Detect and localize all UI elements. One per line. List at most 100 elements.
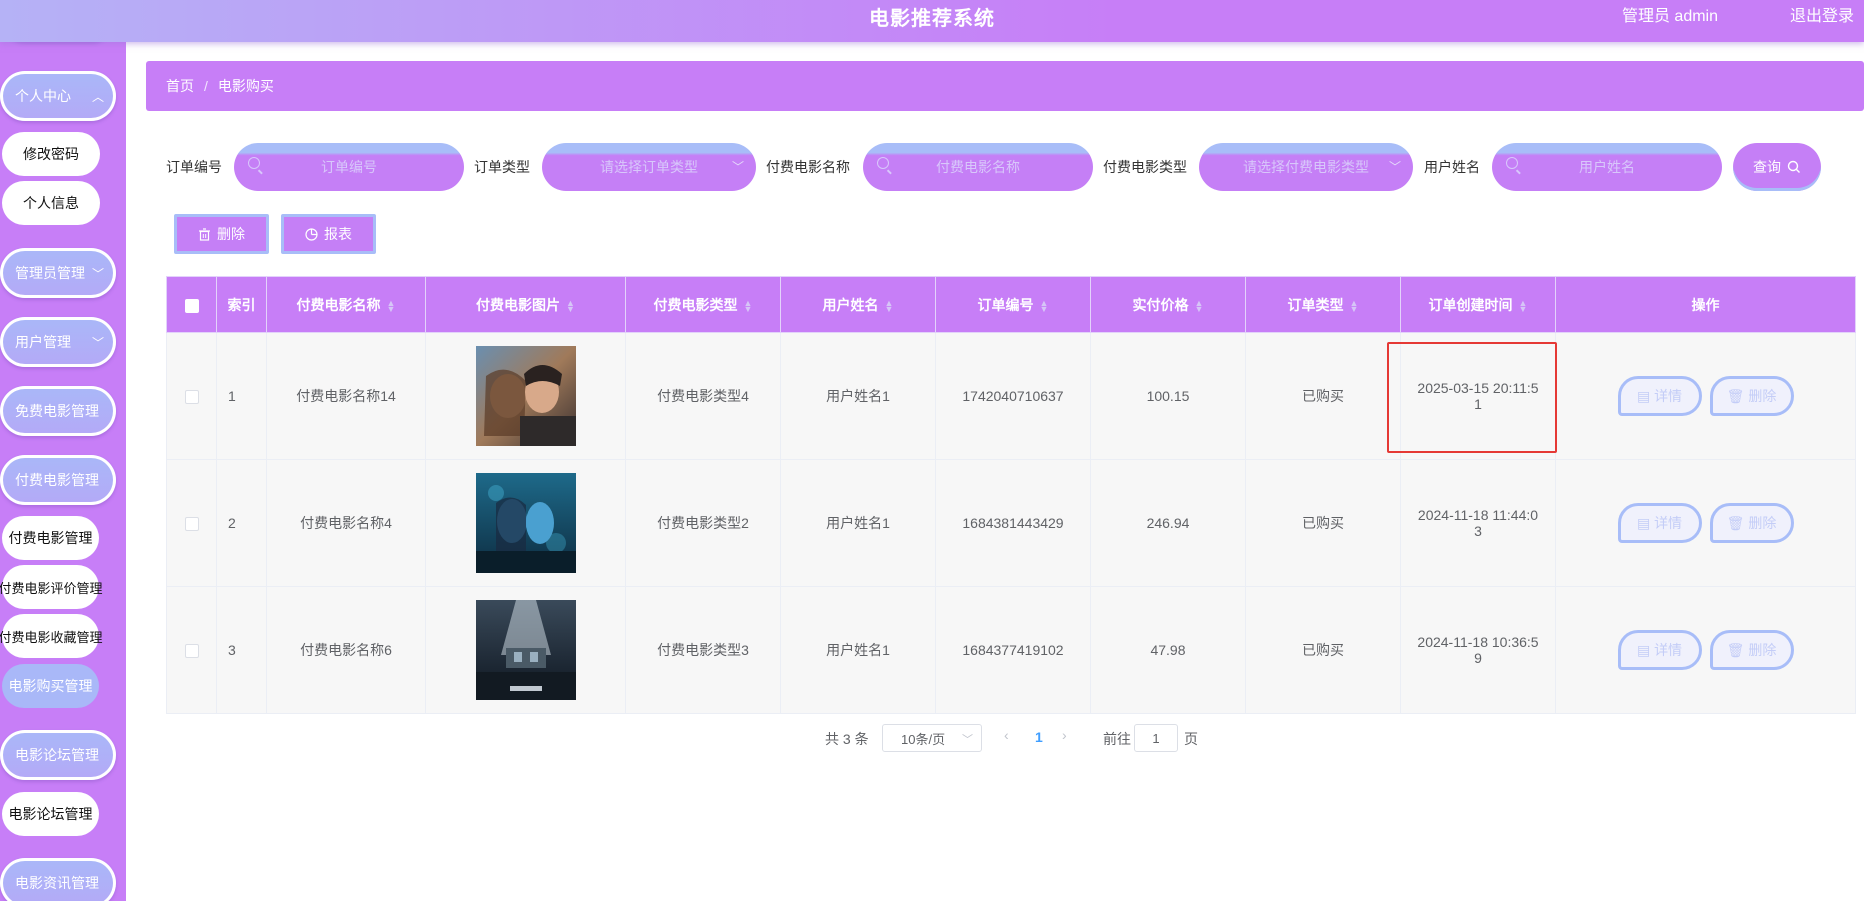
header-user[interactable]: 用户姓名 ▲ ▼ (780, 276, 936, 333)
detail-button[interactable]: ▤ 详情 (1617, 503, 1702, 543)
current-user: 管理员 admin (1621, 8, 1718, 25)
sidebar-item-movie-purchase[interactable]: 电影购买管理 (2, 664, 99, 708)
row-index: 3 (216, 586, 267, 714)
row-price: 100.15 (1090, 332, 1246, 460)
movie-poster-image[interactable] (475, 473, 576, 573)
sidebar-item-news-group[interactable]: 电影资讯管理 (0, 858, 116, 901)
header-order-no[interactable]: 订单编号 ▲ ▼ (935, 276, 1091, 333)
sort-icon[interactable]: ▲ ▼ (1195, 298, 1204, 313)
sidebar-item-admin-mgmt[interactable]: 管理员管理 ﹀ (0, 248, 116, 298)
header-order-type[interactable]: 订单类型 ▲ ▼ (1245, 276, 1401, 333)
sidebar-item-personal-center[interactable]: 个人中心 ︿ (0, 71, 116, 121)
chevron-down-icon: ﹀ (1388, 160, 1401, 174)
goto-page-input[interactable] (1134, 724, 1178, 752)
user-name-label: 用户姓名 (1424, 159, 1480, 175)
row-time: 2024-11-18 11:44:0 3 (1400, 459, 1556, 587)
movie-name-placeholder: 付费电影名称 (936, 159, 1020, 175)
table-row[interactable]: 1 付费电影名称14 付费电影类型4 用户姓名1 1742040710637 1… (166, 332, 1856, 460)
delete-label: 删除 (1748, 642, 1777, 658)
goto-label: 前往 (1103, 731, 1131, 747)
order-type-label: 订单类型 (474, 159, 530, 175)
delete-button[interactable]: 🗑 删除 (1709, 376, 1794, 416)
detail-button[interactable]: ▤ 详情 (1617, 630, 1702, 670)
pagination-total: 共 3 条 (825, 731, 869, 747)
header-image-label: 付费电影图片 (476, 296, 561, 313)
search-icon (877, 157, 889, 169)
header-name[interactable]: 付费电影名称 ▲ ▼ (266, 276, 426, 333)
batch-delete-button[interactable]: 删除 (174, 214, 269, 254)
detail-button[interactable]: ▤ 详情 (1617, 376, 1702, 416)
order-type-select[interactable]: 请选择订单类型 ﹀ (542, 143, 756, 191)
sidebar-item-paid-movie-mgmt[interactable]: 付费电影管理 (2, 516, 99, 560)
detail-label: 详情 (1654, 515, 1683, 531)
next-page-icon[interactable]: › (1062, 727, 1067, 743)
sort-icon[interactable]: ▲ ▼ (744, 298, 753, 313)
sort-icon[interactable]: ▲ ▼ (1519, 298, 1528, 313)
table-header-row: 索引 付费电影名称 ▲ ▼ 付费电影图片 ▲ ▼ 付费电影类型 ▲ ▼ 用户姓名 ▲ ▼ 订单编… (166, 276, 1856, 333)
page-number-current[interactable]: 1 (1035, 729, 1043, 745)
sidebar-item-change-password[interactable]: 修改密码 (2, 132, 100, 176)
row-select-cell (166, 586, 217, 714)
movie-type-label: 付费电影类型 (1103, 159, 1187, 175)
detail-label: 详情 (1654, 642, 1683, 658)
select-all-checkbox[interactable] (184, 298, 199, 313)
movie-poster-image[interactable] (475, 600, 576, 700)
query-button[interactable]: 查询 (1733, 143, 1821, 191)
row-checkbox[interactable] (184, 517, 199, 532)
sort-icon[interactable]: ▲ ▼ (566, 298, 575, 313)
movie-type-select[interactable]: 请选择付费电影类型 ﹀ (1199, 143, 1413, 191)
row-ops: ▤ 详情 🗑 删除 (1555, 459, 1856, 587)
sidebar-item-forum-group[interactable]: 电影论坛管理 (0, 730, 116, 780)
breadcrumb-home[interactable]: 首页 (166, 76, 194, 96)
chevron-down-icon: ﹀ (91, 336, 104, 350)
delete-button[interactable]: 🗑 删除 (1709, 503, 1794, 543)
header-type-label: 付费电影类型 (653, 296, 738, 313)
row-checkbox[interactable] (184, 644, 199, 659)
table-row[interactable]: 2 付费电影名称4 付费电影类型2 用户姓名1 1684381443429 24… (166, 459, 1856, 587)
logout-link[interactable]: 退出登录 (1790, 2, 1854, 26)
sidebar-item-paid-movie-fav[interactable]: 付费电影收藏管理 (0, 614, 103, 658)
header-type[interactable]: 付费电影类型 ▲ ▼ (625, 276, 781, 333)
row-order-no: 1742040710637 (935, 332, 1091, 460)
delete-button[interactable]: 🗑 删除 (1709, 630, 1794, 670)
sidebar-item-paid-movie-group[interactable]: 付费电影管理 (0, 455, 116, 505)
app-title: 电影推荐系统 (869, 8, 995, 30)
row-ops: ▤ 详情 🗑 删除 (1555, 586, 1856, 714)
row-time-line1: 2024-11-18 10:36:5 (1417, 634, 1539, 650)
movie-name-input[interactable]: 付费电影名称 (863, 143, 1093, 191)
sidebar-item-paid-movie-review[interactable]: 付费电影评价管理 (0, 565, 103, 609)
sidebar-item-free-movie-mgmt[interactable]: 免费电影管理 (0, 386, 116, 436)
breadcrumb: 首页 / 电影购买 (146, 61, 1864, 111)
sort-icon[interactable]: ▲ ▼ (387, 298, 396, 313)
trash-icon (199, 227, 210, 241)
row-index: 1 (216, 332, 267, 460)
sort-icon[interactable]: ▲ ▼ (885, 298, 894, 313)
sidebar-item-user-mgmt[interactable]: 用户管理 ﹀ (0, 317, 116, 367)
header-name-label: 付费电影名称 (296, 296, 381, 313)
row-time-line2: 9 (1474, 650, 1482, 666)
sort-icon[interactable]: ▲ ▼ (1040, 298, 1049, 313)
row-order-type: 已购买 (1245, 586, 1401, 714)
user-name-placeholder: 用户姓名 (1579, 159, 1635, 175)
header-image[interactable]: 付费电影图片 ▲ ▼ (425, 276, 626, 333)
row-user: 用户姓名1 (780, 332, 936, 460)
row-time-line2: 3 (1474, 523, 1482, 539)
report-button[interactable]: 报表 (281, 214, 376, 254)
breadcrumb-current: 电影购买 (217, 78, 274, 94)
row-name: 付费电影名称6 (266, 586, 426, 714)
table-row[interactable]: 3 付费电影名称6 付费电影类型3 用户姓名1 1684377419102 47… (166, 586, 1856, 714)
user-name-input[interactable]: 用户姓名 (1492, 143, 1722, 191)
delete-label: 删除 (1748, 515, 1777, 531)
order-no-input[interactable]: 订单编号 (234, 143, 464, 191)
movie-poster-image[interactable] (475, 346, 576, 446)
prev-page-icon[interactable]: ‹ (1004, 727, 1009, 743)
row-time-line2: 1 (1474, 396, 1482, 412)
query-label: 查询 (1753, 159, 1781, 175)
header-time[interactable]: 订单创建时间 ▲ ▼ (1400, 276, 1556, 333)
row-checkbox[interactable] (184, 390, 199, 405)
header-price[interactable]: 实付价格 ▲ ▼ (1090, 276, 1246, 333)
page-size-select[interactable]: 10条/页 ﹀ (882, 724, 982, 752)
sidebar-item-forum-mgmt[interactable]: 电影论坛管理 (2, 792, 99, 836)
sidebar-item-personal-info[interactable]: 个人信息 (2, 181, 100, 225)
sort-icon[interactable]: ▲ ▼ (1350, 298, 1359, 313)
